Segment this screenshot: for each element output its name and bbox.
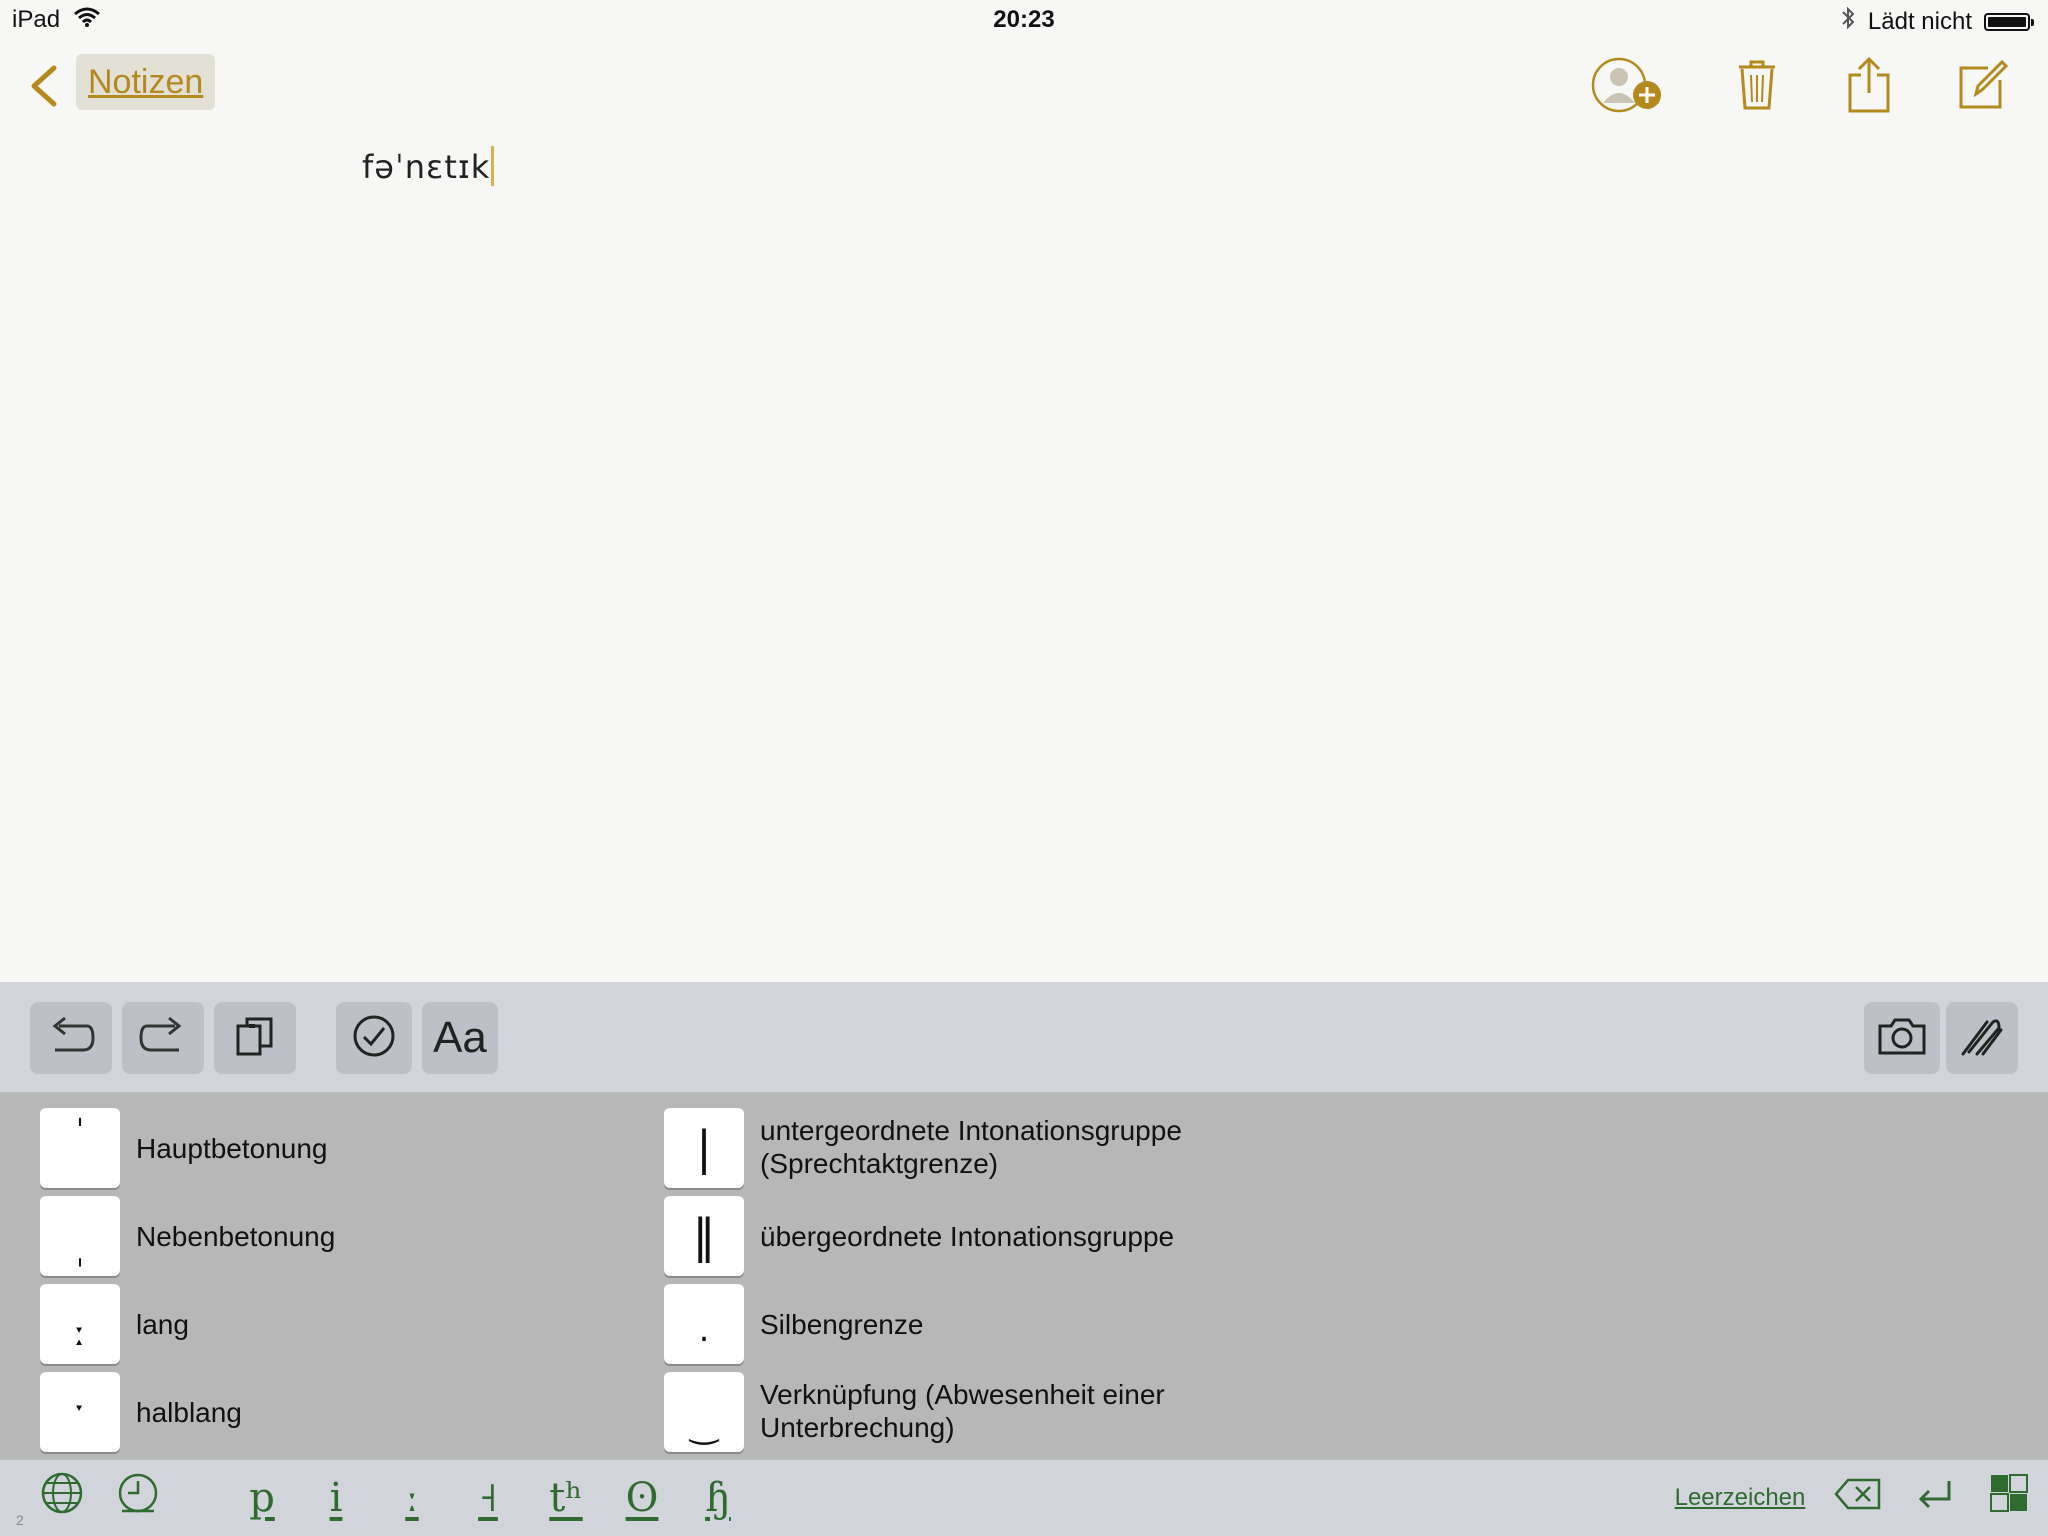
globe-icon — [40, 1471, 84, 1525]
clock-icon — [116, 1471, 160, 1525]
pen-scribble-icon — [1959, 1014, 2005, 1063]
text-cursor — [491, 146, 495, 186]
battery-icon — [1984, 12, 2034, 31]
category-vowels[interactable]: i — [314, 1470, 358, 1526]
ipa-label-syllable-break: Silbengrenze — [760, 1309, 924, 1340]
camera-icon — [1877, 1016, 1927, 1061]
note-body[interactable]: fəˈnɛtɪk — [362, 146, 495, 186]
ipa-key-half-long[interactable]: ˑ — [40, 1372, 120, 1452]
ipa-label-minor-group: untergeordnete Intonationsgruppe (Sprech… — [760, 1115, 1182, 1179]
ipa-key-primary-stress[interactable]: ˈ — [40, 1108, 120, 1188]
ipa-label-major-group: übergeordnete Intonationsgruppe — [760, 1221, 1175, 1252]
category-vowels-label: i — [329, 1475, 343, 1521]
redo-button[interactable] — [122, 1002, 204, 1074]
ipa-label-secondary-stress: Nebenbetonung — [136, 1221, 336, 1252]
recent-button[interactable] — [112, 1470, 164, 1526]
camera-button[interactable] — [1864, 1002, 1940, 1074]
format-button[interactable]: Aa — [422, 1002, 498, 1074]
ipa-key-syllable-break[interactable]: . — [664, 1284, 744, 1364]
category-other-symbols[interactable]: ɧ — [696, 1470, 740, 1526]
category-clicks[interactable]: ʘ — [620, 1470, 664, 1526]
ipa-label-long: lang — [136, 1309, 189, 1340]
share-button[interactable] — [1834, 52, 1904, 122]
ipa-key-long[interactable]: ː — [40, 1284, 120, 1364]
category-suprasegmentals-label: ː — [405, 1475, 419, 1521]
space-button[interactable]: Leerzeichen — [1672, 1470, 1808, 1526]
trash-icon — [1737, 59, 1777, 116]
category-clicks-label: ʘ — [625, 1475, 659, 1521]
bluetooth-icon — [1840, 6, 1856, 37]
delete-button[interactable] — [1722, 52, 1792, 122]
add-person-icon — [1589, 55, 1665, 120]
delete-key[interactable] — [1830, 1470, 1886, 1526]
checkmark-circle-icon — [352, 1014, 396, 1063]
back-button[interactable]: Notizen — [76, 54, 216, 110]
note-text: fəˈnɛtɪk — [362, 148, 491, 186]
numbers-key[interactable] — [1984, 1470, 2034, 1526]
redo-icon — [139, 1016, 187, 1061]
ipa-key-linking[interactable]: ‿ — [664, 1372, 744, 1452]
ipa-category-bar: 2 p i ː ˧ tʰ ʘ ɧ Leerzeichen — [0, 1460, 2048, 1536]
keyboard-toolbar: Aa — [0, 982, 2048, 1092]
return-icon — [1915, 1475, 1955, 1521]
checklist-button[interactable] — [336, 1002, 412, 1074]
backspace-icon — [1834, 1475, 1882, 1521]
clock: 20:23 — [993, 6, 1055, 33]
globe-button[interactable] — [36, 1470, 88, 1526]
compose-icon — [1958, 59, 2009, 115]
ipa-symbol-panel: ˈ Hauptbetonung ˌ Nebenbetonung ː lang ˑ… — [0, 1092, 2048, 1460]
charging-status: Lädt nicht — [1867, 7, 1972, 35]
ipa-key-secondary-stress[interactable]: ˌ — [40, 1196, 120, 1276]
category-consonants[interactable]: p — [240, 1470, 284, 1526]
category-tones[interactable]: ˧ — [466, 1470, 510, 1526]
status-bar: iPad 20:23 Lädt nicht — [0, 0, 2048, 40]
numbers-grid-icon — [1989, 1473, 2029, 1523]
share-icon — [1847, 56, 1891, 118]
navigation-bar: Notizen — [0, 40, 2048, 130]
undo-icon — [47, 1016, 95, 1061]
category-suprasegmentals[interactable]: ː — [390, 1470, 434, 1526]
clipboard-icon — [235, 1016, 275, 1061]
undo-button[interactable] — [30, 1002, 112, 1074]
sketch-button[interactable] — [1946, 1002, 2018, 1074]
category-consonants-label: p — [249, 1475, 275, 1521]
paste-button[interactable] — [214, 1002, 296, 1074]
ipa-label-half-long: halblang — [136, 1397, 242, 1428]
return-key[interactable] — [1910, 1470, 1960, 1526]
add-people-button[interactable] — [1589, 52, 1665, 122]
ipa-key-minor-group[interactable]: | — [664, 1108, 744, 1188]
ipa-key-major-group[interactable]: ‖ — [664, 1196, 744, 1276]
compose-button[interactable] — [1948, 52, 2018, 122]
category-diacritics-label: tʰ — [549, 1475, 583, 1521]
page-number: 2 — [16, 1512, 24, 1528]
category-tones-label: ˧ — [478, 1475, 498, 1521]
ipa-label-linking: Verknüpfung (Abwesenheit einer Unterbrec… — [760, 1379, 1165, 1443]
category-other-symbols-label: ɧ — [705, 1475, 731, 1521]
back-chevron-icon[interactable] — [26, 64, 62, 113]
category-diacritics[interactable]: tʰ — [540, 1470, 592, 1526]
ipa-label-primary-stress: Hauptbetonung — [136, 1133, 328, 1164]
